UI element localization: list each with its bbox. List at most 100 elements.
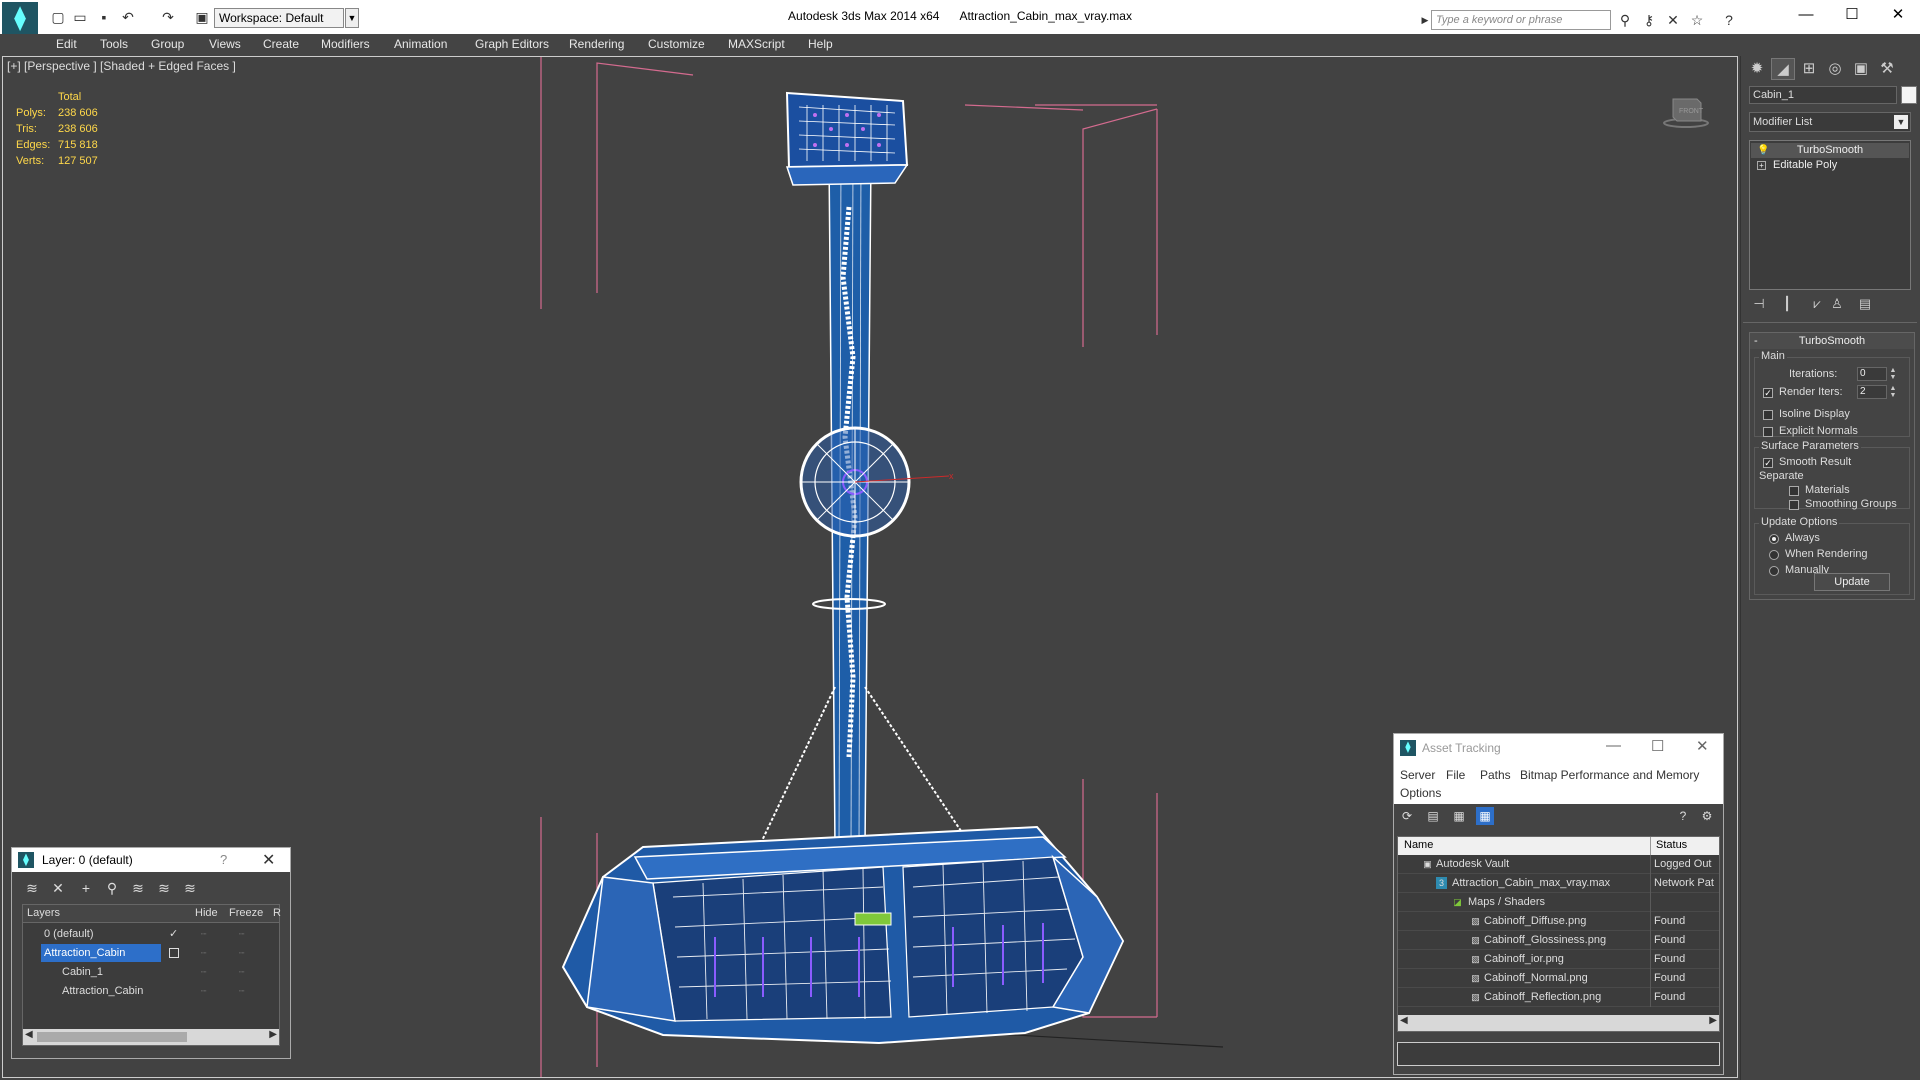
settings-icon[interactable]: ⚙ — [1698, 807, 1716, 825]
scrollbar-thumb[interactable] — [37, 1032, 187, 1042]
menu-options[interactable]: Options — [1400, 786, 1441, 800]
object-color-swatch[interactable] — [1901, 86, 1917, 104]
modifier-list-dropdown[interactable]: Modifier List ▼ — [1749, 112, 1911, 132]
refresh-icon[interactable]: ⟳ — [1398, 807, 1416, 825]
add-to-layer-icon[interactable]: + — [76, 878, 96, 898]
modify-tab-icon[interactable]: ◢ — [1771, 58, 1795, 80]
highlight-layer-icon[interactable]: ≋ — [128, 878, 148, 898]
hierarchy-tab-icon[interactable]: ⊞ — [1797, 58, 1821, 80]
asset-row[interactable]: ▧ Cabinoff_Normal.png Found — [1398, 969, 1719, 988]
col-render[interactable]: R — [273, 907, 281, 919]
render-iters-spinner[interactable]: 2 — [1857, 385, 1887, 399]
minimize-button[interactable]: — — [1606, 737, 1621, 754]
asset-row[interactable]: ▣ Autodesk Vault Logged Out — [1398, 855, 1719, 874]
when-rendering-radio[interactable] — [1769, 550, 1779, 560]
make-unique-icon[interactable]: ⩗ — [1807, 294, 1827, 314]
scroll-right-icon[interactable]: ▶ — [1709, 1015, 1717, 1026]
col-freeze[interactable]: Freeze — [229, 907, 263, 919]
horizontal-scrollbar[interactable]: ◀ ▶ — [1398, 1015, 1719, 1031]
menu-file[interactable]: File — [1446, 768, 1465, 782]
menu-bitmap-performance[interactable]: Bitmap Performance and Memory — [1520, 768, 1699, 782]
asset-row[interactable]: ▧ Cabinoff_Diffuse.png Found — [1398, 912, 1719, 931]
layer-window-titlebar[interactable]: ⧫ Layer: 0 (default) ? ✕ — [12, 848, 290, 872]
tools-icon[interactable]: ✕ — [1664, 11, 1682, 29]
col-layers[interactable]: Layers — [27, 907, 60, 919]
lightbulb-icon[interactable]: 💡 — [1757, 143, 1769, 158]
close-icon[interactable]: ✕ — [262, 850, 275, 870]
asset-row[interactable]: 3 Attraction_Cabin_max_vray.max Network … — [1398, 874, 1719, 893]
spinner-arrows-icon[interactable]: ▲ ▼ — [1889, 385, 1897, 399]
menu-paths[interactable]: Paths — [1480, 768, 1511, 782]
freeze-all-icon[interactable]: ≋ — [180, 878, 200, 898]
col-name[interactable]: Name — [1404, 839, 1433, 851]
help-icon[interactable]: ? — [1674, 807, 1692, 825]
current-layer-check-icon[interactable]: ✓ — [169, 925, 178, 943]
always-radio[interactable] — [1769, 534, 1779, 544]
smoothing-groups-checkbox[interactable] — [1789, 500, 1799, 510]
rollout-title[interactable]: - TurboSmooth — [1750, 333, 1914, 349]
help-icon[interactable]: ? — [1720, 11, 1738, 29]
create-layer-icon[interactable]: ≋ — [22, 878, 42, 898]
menu-maxscript[interactable]: MAXScript — [728, 37, 785, 51]
pin-stack-icon[interactable]: ⊣ — [1749, 294, 1769, 314]
layer-row[interactable]: Cabin_1 ┈ ┈ — [23, 963, 279, 981]
asset-row[interactable]: ▧ Cabinoff_ior.png Found — [1398, 950, 1719, 969]
set-current-checkbox[interactable] — [169, 948, 179, 958]
col-status[interactable]: Status — [1656, 839, 1687, 851]
render-iters-checkbox[interactable]: ✓ — [1763, 388, 1773, 398]
scroll-left-icon[interactable]: ◀ — [25, 1029, 33, 1040]
table-view-icon[interactable]: ▦ — [1476, 807, 1494, 825]
materials-checkbox[interactable] — [1789, 486, 1799, 496]
key-icon[interactable]: ⚷ — [1640, 11, 1658, 29]
menu-customize[interactable]: Customize — [648, 37, 705, 51]
star-icon[interactable]: ☆ — [1688, 11, 1706, 29]
display-tab-icon[interactable]: ▣ — [1849, 58, 1873, 80]
smooth-result-checkbox[interactable]: ✓ — [1763, 458, 1773, 468]
scroll-left-icon[interactable]: ◀ — [1400, 1015, 1408, 1026]
iterations-spinner[interactable]: 0 — [1857, 367, 1887, 381]
close-button[interactable]: ✕ — [1875, 0, 1920, 32]
asset-window-titlebar[interactable]: ⧫ Asset Tracking — ☐ ✕ — [1394, 734, 1723, 762]
thumbnail-view-icon[interactable]: ▦ — [1450, 807, 1468, 825]
menu-animation[interactable]: Animation — [394, 37, 447, 51]
object-name-field[interactable]: Cabin_1 — [1749, 86, 1897, 104]
spinner-arrows-icon[interactable]: ▲ ▼ — [1889, 367, 1897, 381]
minimize-button[interactable]: — — [1783, 0, 1829, 32]
maximize-button[interactable]: ☐ — [1651, 737, 1664, 755]
stack-item-editable-poly[interactable]: + Editable Poly — [1751, 158, 1909, 173]
manually-radio[interactable] — [1769, 566, 1779, 576]
search-input[interactable]: Type a keyword or phrase — [1431, 10, 1611, 30]
explicit-normals-checkbox[interactable] — [1763, 427, 1773, 437]
close-button[interactable]: ✕ — [1696, 737, 1709, 755]
menu-edit[interactable]: Edit — [56, 37, 77, 51]
help-icon[interactable]: ? — [220, 852, 227, 867]
asset-row[interactable]: ▧ Cabinoff_Glossiness.png Found — [1398, 931, 1719, 950]
delete-layer-icon[interactable]: ✕ — [48, 878, 68, 898]
remove-modifier-icon[interactable]: ♙ — [1827, 294, 1847, 314]
menu-group[interactable]: Group — [151, 37, 184, 51]
isoline-display-checkbox[interactable] — [1763, 410, 1773, 420]
update-button[interactable]: Update — [1814, 573, 1890, 591]
menu-tools[interactable]: Tools — [100, 37, 128, 51]
maximize-button[interactable]: ☐ — [1829, 0, 1875, 32]
search-expand-icon[interactable]: ▶ — [1419, 10, 1431, 30]
hide-all-icon[interactable]: ≋ — [154, 878, 174, 898]
viewcube-icon[interactable]: FRONT — [1663, 93, 1709, 131]
menu-graph-editors[interactable]: Graph Editors — [475, 37, 549, 51]
menu-create[interactable]: Create — [263, 37, 299, 51]
horizontal-scrollbar[interactable]: ◀ ▶ — [23, 1029, 279, 1045]
asset-row[interactable]: ▧ Cabinoff_Reflection.png Found — [1398, 988, 1719, 1007]
viewcube[interactable]: FRONT — [1663, 93, 1709, 131]
asset-row[interactable]: ◪ Maps / Shaders — [1398, 893, 1719, 912]
chevron-down-icon[interactable]: ▼ — [1894, 115, 1908, 129]
menu-server[interactable]: Server — [1400, 768, 1435, 782]
scroll-right-icon[interactable]: ▶ — [269, 1029, 277, 1040]
expand-plus-icon[interactable]: + — [1757, 161, 1766, 170]
create-tab-icon[interactable]: ✹ — [1745, 58, 1769, 80]
motion-tab-icon[interactable]: ◎ — [1823, 58, 1847, 80]
col-hide[interactable]: Hide — [195, 907, 218, 919]
show-end-result-icon[interactable]: ┃ — [1777, 294, 1797, 314]
menu-views[interactable]: Views — [209, 37, 241, 51]
configure-sets-icon[interactable]: ▤ — [1855, 294, 1875, 314]
binoculars-icon[interactable]: ⚲ — [1616, 11, 1634, 29]
